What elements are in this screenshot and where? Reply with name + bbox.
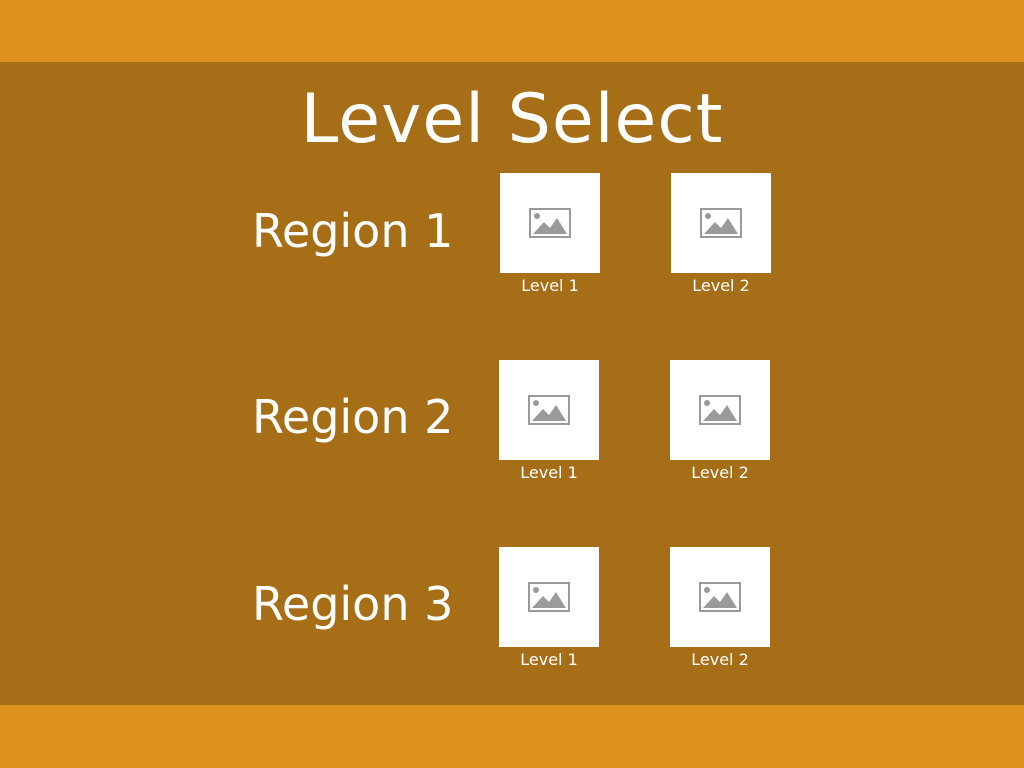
level-thumbnail — [671, 173, 771, 273]
level-select-screen: Level Select Region 1 Level 1 Level 2 Re… — [0, 0, 1024, 768]
level-label: Level 1 — [520, 650, 578, 669]
image-placeholder-icon — [700, 208, 742, 238]
level-label: Level 2 — [691, 650, 749, 669]
level-thumbnail — [499, 360, 599, 460]
level-label: Level 1 — [520, 463, 578, 482]
image-placeholder-icon — [699, 395, 741, 425]
region-3-level-2-tile[interactable]: Level 2 — [670, 547, 770, 670]
region-1-label: Region 1 — [252, 204, 454, 258]
level-thumbnail — [670, 547, 770, 647]
region-1-level-1-tile[interactable]: Level 1 — [500, 173, 600, 296]
region-2-level-1-tile[interactable]: Level 1 — [499, 360, 599, 483]
region-2-label: Region 2 — [252, 390, 454, 444]
bottom-bar — [0, 705, 1024, 768]
level-label: Level 2 — [692, 276, 750, 295]
region-2-level-2-tile[interactable]: Level 2 — [670, 360, 770, 483]
level-thumbnail — [500, 173, 600, 273]
image-placeholder-icon — [528, 395, 570, 425]
level-thumbnail — [670, 360, 770, 460]
region-3-label: Region 3 — [252, 577, 454, 631]
level-thumbnail — [499, 547, 599, 647]
region-3-level-1-tile[interactable]: Level 1 — [499, 547, 599, 670]
page-title: Level Select — [300, 80, 724, 159]
level-label: Level 2 — [691, 463, 749, 482]
image-placeholder-icon — [528, 582, 570, 612]
top-bar — [0, 0, 1024, 62]
level-label: Level 1 — [521, 276, 579, 295]
region-1-level-2-tile[interactable]: Level 2 — [671, 173, 771, 296]
image-placeholder-icon — [529, 208, 571, 238]
image-placeholder-icon — [699, 582, 741, 612]
